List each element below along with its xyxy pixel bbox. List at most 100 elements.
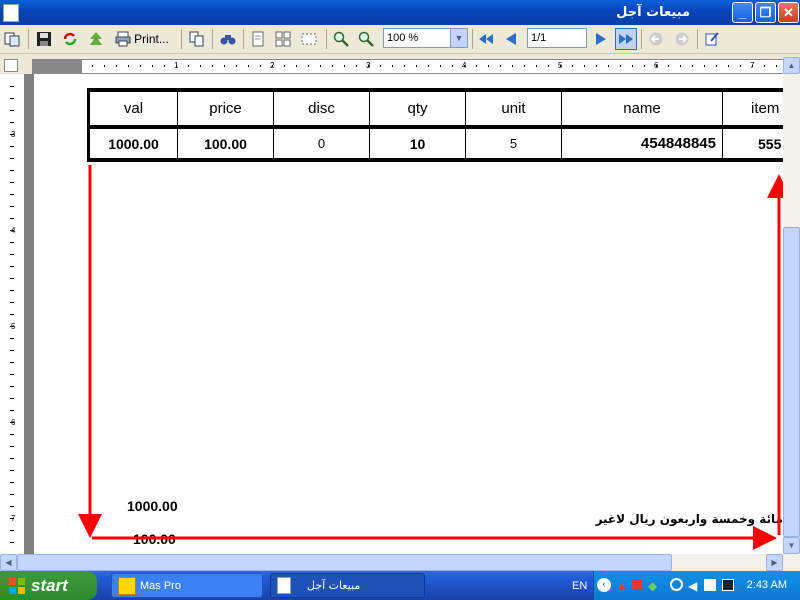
ruler-tick	[10, 182, 14, 183]
system-tray: ‹ ▲ ◆ ◀ 2:43 AM	[593, 571, 800, 600]
ruler-tick	[10, 434, 14, 435]
restore-button[interactable]: ❐	[755, 2, 776, 23]
ruler-tick	[10, 86, 14, 87]
close-button[interactable]: ✕	[778, 2, 799, 23]
title-bar[interactable]: مبيعات آجل _ ❐ ✕	[0, 0, 800, 25]
report-preview-area[interactable]: val price disc qty unit name item 1000.0…	[24, 74, 783, 554]
multi-page-icon[interactable]	[274, 28, 292, 50]
start-label: start	[31, 575, 68, 595]
scroll-down-button[interactable]: ▼	[783, 537, 800, 554]
save-icon[interactable]	[35, 28, 53, 50]
ruler-tick	[116, 65, 117, 67]
cell-disc: 0	[317, 136, 326, 151]
horizontal-scroll-thumb[interactable]	[17, 554, 672, 571]
windows-logo-icon	[9, 577, 25, 594]
cell-unit: 5	[509, 136, 518, 151]
ruler-tick	[704, 65, 705, 67]
cell-name: 454848845	[640, 135, 716, 152]
export-icon[interactable]	[3, 28, 21, 50]
ruler-tick	[10, 302, 14, 303]
ruler-tick	[716, 65, 717, 67]
forward-icon[interactable]	[673, 28, 691, 50]
ruler-tick	[500, 65, 501, 67]
ruler-tick	[10, 398, 14, 399]
page-number-value: 1/1	[531, 32, 547, 44]
ruler-tick	[10, 146, 14, 147]
cell-price: 100.00	[204, 135, 247, 152]
scroll-left-button[interactable]: ◀	[0, 554, 17, 571]
ruler-tick	[10, 482, 14, 483]
monitor-icon[interactable]	[722, 579, 734, 591]
ruler-tick	[128, 65, 129, 67]
sync-icon[interactable]	[670, 578, 683, 591]
ruler-tick	[10, 362, 14, 363]
ruler-tick	[680, 65, 681, 67]
ruler-tick	[10, 194, 14, 195]
ruler-tick	[488, 65, 489, 67]
chevron-left-icon[interactable]: ‹	[597, 578, 611, 592]
cell-qty: 10	[409, 135, 426, 152]
app-icon[interactable]	[3, 4, 19, 22]
ruler-tick	[296, 65, 297, 67]
language-indicator[interactable]: EN	[572, 580, 587, 592]
ruler-tick	[10, 326, 14, 327]
vertical-scrollbar[interactable]: ▲ ▼	[783, 57, 800, 554]
print-label: Print...	[134, 32, 169, 46]
refresh-icon[interactable]	[60, 28, 80, 50]
next-page-icon[interactable]	[591, 28, 611, 50]
network-icon[interactable]: ▲	[616, 579, 628, 593]
vertical-scroll-thumb[interactable]	[783, 227, 800, 537]
edit-icon[interactable]	[703, 28, 721, 50]
table-bottom-border	[87, 158, 783, 162]
back-icon[interactable]	[647, 28, 665, 50]
ruler-tick	[332, 65, 333, 67]
display-icon[interactable]	[704, 579, 716, 591]
ruler-tick	[10, 542, 14, 543]
previous-page-icon[interactable]	[501, 28, 521, 50]
ruler-tick	[10, 338, 14, 339]
total-value: 1000.00	[127, 498, 178, 514]
ruler-tick	[416, 65, 417, 67]
ruler-tick	[584, 65, 585, 67]
last-page-icon[interactable]	[615, 28, 637, 50]
column-header-disc: disc	[308, 100, 335, 117]
ruler-tick	[728, 65, 729, 67]
mas-pro-icon	[118, 576, 136, 595]
taskbar-item-mas-pro[interactable]: Mas Pro	[111, 573, 263, 598]
ruler-tick	[104, 65, 105, 67]
find-icon[interactable]	[219, 28, 237, 50]
scroll-up-button[interactable]: ▲	[783, 57, 800, 74]
copy-icon[interactable]	[188, 28, 206, 50]
taskbar-item-report[interactable]: مبيعات آجل	[270, 573, 425, 598]
ruler-tick	[10, 506, 14, 507]
taskbar-item-label: مبيعات آجل	[307, 579, 361, 592]
ruler-tick	[752, 65, 753, 67]
horizontal-scrollbar[interactable]: ◀ ▶	[0, 554, 800, 571]
chevron-down-icon[interactable]: ▼	[450, 29, 467, 47]
security-icon[interactable]	[632, 579, 642, 590]
tree-icon[interactable]	[86, 28, 106, 50]
ruler-tick	[10, 158, 14, 159]
ruler-tick	[464, 65, 465, 67]
page-number-input[interactable]: 1/1	[527, 28, 587, 48]
ruler-tick	[10, 110, 14, 111]
ruler-tick	[596, 65, 597, 67]
scroll-right-button[interactable]: ▶	[766, 554, 783, 571]
ruler-tick	[164, 65, 165, 67]
volume-icon[interactable]: ◀	[688, 579, 697, 593]
ruler-tick	[476, 65, 477, 67]
zoom-select[interactable]: 100 % ▼	[383, 28, 468, 48]
ruler-tick	[188, 65, 189, 67]
ruler-tick	[10, 314, 14, 315]
ruler-corner	[4, 59, 18, 72]
tray-app-icon[interactable]: ◆	[648, 579, 657, 593]
print-button[interactable]: Print...	[112, 28, 172, 50]
single-page-icon[interactable]	[249, 28, 267, 50]
clock[interactable]: 2:43 AM	[747, 579, 787, 591]
minimize-button[interactable]: _	[732, 2, 753, 23]
start-button[interactable]: start	[0, 571, 97, 600]
zoom-out-icon[interactable]	[357, 28, 375, 50]
first-page-icon[interactable]	[476, 28, 496, 50]
page-width-icon[interactable]	[300, 28, 318, 50]
zoom-in-icon[interactable]	[332, 28, 350, 50]
